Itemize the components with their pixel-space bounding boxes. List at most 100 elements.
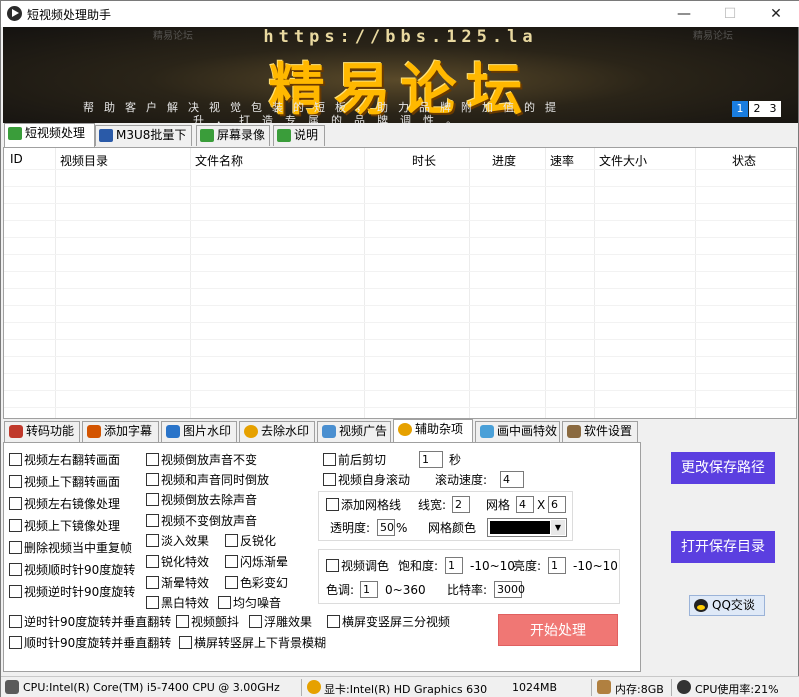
hue-input[interactable]: 1	[360, 581, 378, 598]
checkbox-mirror-horizontal[interactable]: 视频左右镜像处理	[9, 497, 120, 511]
checkbox-landscape-to-portrait-3[interactable]: 横屏变竖屏三分视频	[327, 615, 450, 629]
grid-color-select[interactable]: ▼	[487, 518, 567, 537]
tab-label: 转码功能	[26, 424, 75, 438]
checkbox-label: 前后剪切	[338, 453, 387, 467]
tab-subtitles[interactable]: 添加字幕	[82, 421, 159, 442]
grid-label: 网格	[486, 498, 511, 512]
checkbox-rotate-cw-90[interactable]: 视频顺时针90度旋转	[9, 563, 135, 577]
checkbox-fade-in[interactable]: 淡入效果	[146, 534, 209, 548]
checkbox-add-gridline[interactable]: 添加网格线	[326, 498, 401, 512]
minimize-button[interactable]: —	[661, 1, 707, 27]
column-header-id[interactable]: ID	[10, 152, 23, 166]
opacity-label: 透明度:	[330, 521, 371, 535]
saturation-input[interactable]: 1	[445, 557, 463, 574]
checkbox-label: 锐化特效	[161, 555, 210, 569]
maximize-button[interactable]: ☐	[707, 1, 753, 27]
start-process-button[interactable]: 开始处理	[498, 614, 618, 646]
column-header-filename[interactable]: 文件名称	[195, 152, 243, 169]
checkbox-label: 色彩变幻	[240, 576, 289, 590]
checkbox-remove-dup-frames[interactable]: 删除视频当中重复帧	[9, 541, 132, 555]
opacity-input[interactable]: 50	[377, 519, 395, 536]
checkbox-reverse-mute[interactable]: 视频倒放去除声音	[146, 493, 257, 507]
checkbox-label: 横屏转竖屏上下背景模糊	[194, 636, 327, 650]
tab-m3u8-download[interactable]: M3U8批量下载	[95, 125, 192, 161]
bitrate-input[interactable]: 3000	[494, 581, 525, 598]
change-save-path-button[interactable]: 更改保存路径	[671, 452, 775, 484]
ad-banner[interactable]: 精易论坛 精易论坛 https://bbs.125.la 精易论坛 帮助客户解决…	[3, 27, 798, 123]
checkbox-label: 视频和声音同时倒放	[161, 473, 270, 487]
close-button[interactable]: ✕	[753, 1, 799, 27]
open-save-dir-button[interactable]: 打开保存目录	[671, 531, 775, 563]
checkbox-label: 反锐化	[240, 534, 277, 548]
column-header-progress[interactable]: 进度	[492, 152, 516, 169]
tab-video-process[interactable]: 短视频处理	[4, 123, 95, 147]
line-width-input[interactable]: 2	[452, 496, 470, 513]
checkbox-emboss[interactable]: 浮雕效果	[249, 615, 312, 629]
checkbox-label: 视频调色	[341, 559, 390, 573]
checkbox-jitter[interactable]: 视频颤抖	[176, 615, 239, 629]
checkbox-self-scroll[interactable]: 视频自身滚动	[323, 473, 410, 487]
trim-seconds-input[interactable]: 1	[419, 451, 443, 468]
tab-pip-effects[interactable]: 画中画特效	[475, 421, 560, 442]
column-header-duration[interactable]: 时长	[412, 152, 436, 169]
checkbox-label: 横屏变竖屏三分视频	[342, 615, 451, 629]
tab-remove-watermark[interactable]: 去除水印	[239, 421, 315, 442]
checkbox-label: 视频自身滚动	[338, 473, 411, 487]
scroll-speed-input[interactable]: 4	[500, 471, 524, 488]
checkbox-uniform-noise[interactable]: 均匀噪音	[218, 596, 281, 610]
brightness-input[interactable]: 1	[548, 557, 566, 574]
checkbox-reverse-audio-only[interactable]: 视频不变倒放声音	[146, 514, 257, 528]
tab-image-watermark[interactable]: 图片水印	[161, 421, 237, 442]
checkbox-label: 视频倒放声音不变	[161, 453, 258, 467]
title-bar: 短视频处理助手 — ☐ ✕	[1, 1, 799, 27]
checkbox-label: 视频顺时针90度旋转	[24, 563, 136, 577]
checkbox-reverse-both[interactable]: 视频和声音同时倒放	[146, 473, 269, 487]
qq-chat-button[interactable]: QQ交谈	[689, 595, 765, 616]
line-width-label: 线宽:	[418, 498, 447, 512]
grid-cols-input[interactable]: 4	[516, 496, 534, 513]
checkbox-flicker-vignette[interactable]: 闪烁渐晕	[225, 555, 288, 569]
tab-misc[interactable]: 辅助杂项	[393, 419, 473, 443]
grid-rows-input[interactable]: 6	[548, 496, 566, 513]
checkbox-mirror-vertical[interactable]: 视频上下镜像处理	[9, 519, 120, 533]
tab-video-ads[interactable]: 视频广告	[317, 421, 391, 442]
checkbox-label: 视频逆时针90度旋转	[24, 585, 136, 599]
cpu-info: CPU:Intel(R) Core(TM) i5-7400 CPU @ 3.00…	[23, 681, 280, 694]
tab-label: 屏幕录像	[217, 128, 266, 142]
checkbox-ccw-rotate-flip[interactable]: 逆时针90度旋转并垂直翻转	[9, 615, 171, 629]
column-header-dir[interactable]: 视频目录	[60, 152, 108, 169]
file-list-grid[interactable]: ID 视频目录 文件名称 时长 进度 速率 文件大小 状态	[3, 147, 797, 419]
checkbox-flip-horizontal[interactable]: 视频左右翻转画面	[9, 453, 120, 467]
checkbox-color-shift[interactable]: 色彩变幻	[225, 576, 288, 590]
checkbox-color-adjust[interactable]: 视频调色	[326, 559, 389, 573]
checkbox-reverse-keep-audio[interactable]: 视频倒放声音不变	[146, 453, 257, 467]
scroll-speed-label: 滚动速度:	[435, 473, 488, 487]
tab-screen-record[interactable]: 屏幕录像	[196, 125, 270, 146]
checkbox-unsharpen[interactable]: 反锐化	[225, 534, 276, 548]
checkbox-landscape-to-portrait-blur[interactable]: 横屏转竖屏上下背景模糊	[179, 636, 326, 650]
gear-icon	[398, 423, 412, 436]
banner-page-1[interactable]: 1	[732, 101, 748, 117]
banner-page-2[interactable]: 2	[749, 101, 765, 117]
checkbox-label: 黑白特效	[161, 596, 210, 610]
tab-transcode[interactable]: 转码功能	[4, 421, 80, 442]
tab-label: 说明	[294, 128, 319, 142]
checkbox-cw-rotate-flip[interactable]: 顺时针90度旋转并垂直翻转	[9, 636, 171, 650]
saturation-range: -10~10	[470, 559, 515, 573]
banner-page-3[interactable]: 3	[765, 101, 781, 117]
grid-color-label: 网格颜色	[428, 521, 477, 535]
screen-record-icon	[200, 129, 214, 142]
checkbox-trim[interactable]: 前后剪切	[323, 453, 386, 467]
tab-info[interactable]: 说明	[273, 125, 325, 146]
checkbox-rotate-ccw-90[interactable]: 视频逆时针90度旋转	[9, 585, 135, 599]
column-header-status[interactable]: 状态	[732, 152, 756, 169]
column-header-filesize[interactable]: 文件大小	[599, 152, 647, 169]
checkbox-label: 视频左右翻转画面	[24, 453, 121, 467]
column-header-rate[interactable]: 速率	[550, 152, 574, 169]
tab-settings[interactable]: 软件设置	[562, 421, 638, 442]
checkbox-sharpen[interactable]: 锐化特效	[146, 555, 209, 569]
checkbox-vignette[interactable]: 渐晕特效	[146, 576, 209, 590]
checkbox-label: 视频上下镜像处理	[24, 519, 121, 533]
checkbox-black-white[interactable]: 黑白特效	[146, 596, 209, 610]
checkbox-flip-vertical[interactable]: 视频上下翻转画面	[9, 475, 120, 489]
